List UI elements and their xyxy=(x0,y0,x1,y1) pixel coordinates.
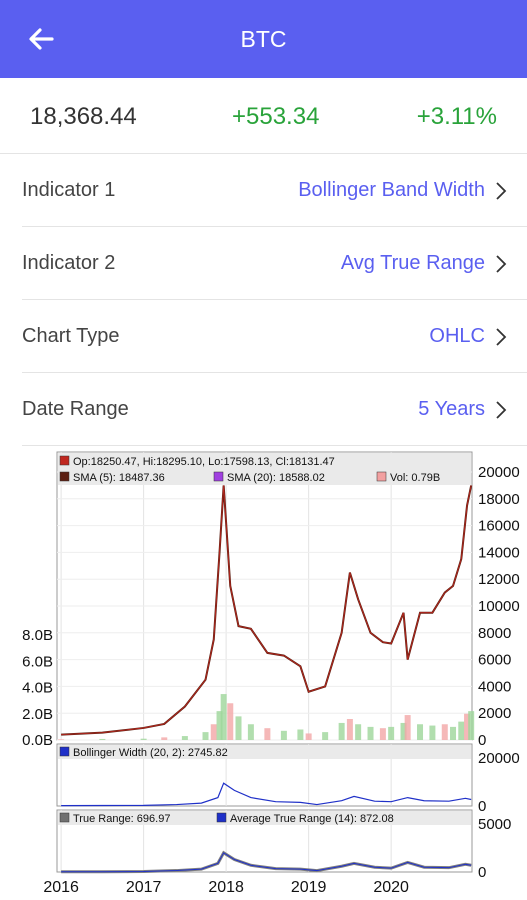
last-price: 18,368.44 xyxy=(30,103,137,130)
y-tick-label: 0 xyxy=(478,732,486,749)
y-tick-label: 16000 xyxy=(478,518,520,535)
volume-bar xyxy=(379,728,386,740)
chevron-right-icon xyxy=(496,255,507,273)
setting-row-indicator-1[interactable]: Indicator 1 Bollinger Band Width xyxy=(0,154,527,227)
price-change: +553.34 xyxy=(232,103,320,130)
legend-swatch xyxy=(59,746,70,757)
setting-label: Date Range xyxy=(22,398,129,420)
setting-row-date-range[interactable]: Date Range 5 Years xyxy=(0,373,527,446)
volume-bar xyxy=(305,733,312,740)
volume-bar xyxy=(417,724,424,740)
x-tick-label: 2016 xyxy=(43,879,79,896)
volume-bar xyxy=(450,726,457,740)
setting-label: Indicator 2 xyxy=(22,252,116,274)
volume-bar xyxy=(429,725,436,740)
x-tick-label: 2017 xyxy=(126,879,162,896)
x-tick-label: 2018 xyxy=(208,879,244,896)
volume-bar xyxy=(367,726,374,740)
volume-bar xyxy=(264,728,271,740)
app-bar: BTC xyxy=(0,0,527,78)
volume-bar xyxy=(140,738,147,740)
legend-label: Vol: 0.79B xyxy=(390,472,440,484)
setting-value: Bollinger Band Width xyxy=(298,179,485,201)
setting-value: 5 Years xyxy=(418,398,485,420)
y-tick-label: 0 xyxy=(478,864,486,881)
volume-bar xyxy=(404,715,411,740)
volume-bar xyxy=(458,721,465,740)
legend-swatch xyxy=(216,812,227,823)
setting-value: Avg True Range xyxy=(340,252,485,274)
price-chart[interactable]: 2000018000160001400012000100008000600040… xyxy=(0,448,527,900)
volume-bar xyxy=(99,738,106,740)
volume-bar xyxy=(202,732,209,740)
page-title: BTC xyxy=(240,26,287,52)
volume-bar xyxy=(210,724,217,740)
volume-bar xyxy=(220,694,227,740)
y-tick-label: 14000 xyxy=(478,544,520,561)
volume-bar xyxy=(441,724,448,740)
y-tick-label: 4000 xyxy=(478,678,511,695)
legend-label: Bollinger Width (20, 2): 2745.82 xyxy=(73,747,228,759)
volume-tick-label: 6.0B xyxy=(22,653,53,670)
setting-label: Indicator 1 xyxy=(22,179,116,201)
x-tick-label: 2020 xyxy=(373,879,409,896)
y-tick-label: 5000 xyxy=(478,816,511,833)
volume-bar xyxy=(161,737,168,740)
volume-bar xyxy=(338,722,345,740)
volume-tick-label: 0.0B xyxy=(22,732,53,749)
y-tick-label: 0 xyxy=(478,798,486,815)
volume-tick-label: 8.0B xyxy=(22,627,53,644)
percent-change: +3.11% xyxy=(416,103,497,130)
y-tick-label: 20000 xyxy=(478,464,520,481)
divider xyxy=(22,445,527,446)
volume-bar xyxy=(280,730,287,740)
legend-swatch xyxy=(59,455,70,466)
volume-bar xyxy=(181,736,188,740)
chevron-right-icon xyxy=(496,182,507,200)
legend-label: SMA (5): 18487.36 xyxy=(73,472,165,484)
setting-value: OHLC xyxy=(429,325,485,347)
y-tick-label: 2000 xyxy=(478,705,511,722)
quote-summary: 18,368.44 +553.34 +3.11% xyxy=(0,78,527,154)
legend-swatch xyxy=(376,471,387,482)
volume-bar xyxy=(468,711,475,740)
legend-label: Op:18250.47, Hi:18295.10, Lo:17598.13, C… xyxy=(73,456,335,468)
x-tick-label: 2019 xyxy=(291,879,327,896)
volume-bar xyxy=(227,703,234,740)
legend-label: True Range: 696.97 xyxy=(73,813,170,825)
volume-tick-label: 4.0B xyxy=(22,680,53,697)
volume-tick-label: 2.0B xyxy=(22,706,53,723)
y-tick-label: 20000 xyxy=(478,750,520,767)
legend-swatch xyxy=(59,812,70,823)
volume-bar xyxy=(247,724,254,740)
volume-bar xyxy=(58,739,65,740)
legend-swatch xyxy=(213,471,224,482)
volume-bar xyxy=(346,719,353,740)
legend-label: Average True Range (14): 872.08 xyxy=(230,813,394,825)
panel-frame xyxy=(56,451,473,741)
setting-label: Chart Type xyxy=(22,325,120,347)
y-tick-label: 6000 xyxy=(478,652,511,669)
volume-bar xyxy=(388,726,395,740)
volume-bar xyxy=(235,716,242,740)
volume-bar xyxy=(355,724,362,740)
y-tick-label: 18000 xyxy=(478,491,520,508)
y-tick-label: 8000 xyxy=(478,625,511,642)
chevron-right-icon xyxy=(496,328,507,346)
y-tick-label: 12000 xyxy=(478,571,520,588)
chevron-right-icon xyxy=(496,401,507,419)
setting-row-chart-type[interactable]: Chart Type OHLC xyxy=(0,300,527,373)
legend-label: SMA (20): 18588.02 xyxy=(227,472,325,484)
volume-bar xyxy=(297,729,304,740)
y-tick-label: 10000 xyxy=(478,598,520,615)
legend-swatch xyxy=(59,471,70,482)
volume-bar xyxy=(322,732,329,740)
setting-row-indicator-2[interactable]: Indicator 2 Avg True Range xyxy=(0,227,527,300)
